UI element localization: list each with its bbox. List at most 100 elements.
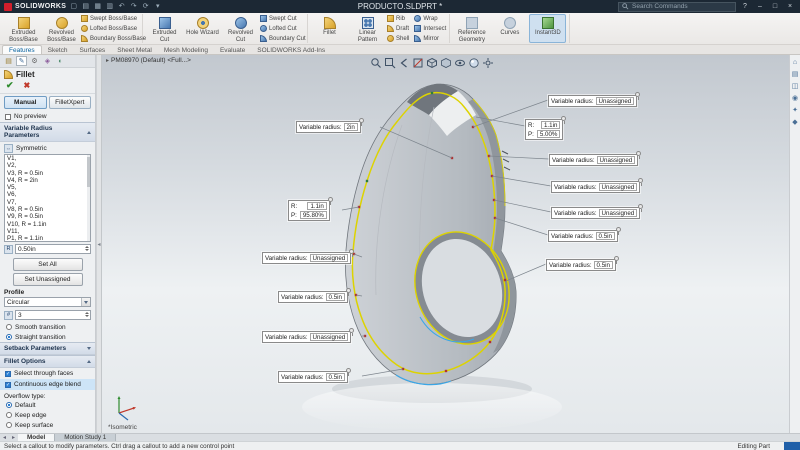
rebuild-icon[interactable]: ⟳ bbox=[141, 2, 150, 11]
lofted-boss-button[interactable]: Lofted Boss/Base bbox=[81, 24, 139, 33]
radius-spinner[interactable] bbox=[85, 246, 89, 251]
view-orientation-icon[interactable] bbox=[426, 57, 438, 69]
lofted-cut-button[interactable]: Lofted Cut bbox=[260, 24, 304, 33]
intersect-button[interactable]: Intersect bbox=[414, 24, 446, 33]
rib-button[interactable]: Rib bbox=[387, 14, 409, 23]
search-commands-input[interactable]: Search Commands bbox=[618, 1, 736, 12]
wrap-button[interactable]: Wrap bbox=[414, 14, 446, 23]
list-item[interactable]: V2, bbox=[5, 162, 90, 169]
tab-features[interactable]: Features bbox=[2, 45, 42, 54]
list-item[interactable]: V3, R = 0.5in bbox=[5, 170, 90, 177]
maximize-button[interactable]: □ bbox=[769, 3, 781, 10]
smooth-transition-radio[interactable] bbox=[6, 324, 12, 330]
view-settings-icon[interactable] bbox=[482, 57, 494, 69]
overflow-keep-surface-radio[interactable] bbox=[6, 422, 12, 428]
pin-icon[interactable] bbox=[345, 288, 351, 296]
callout-variable-radius[interactable]: Variable radius: 0.5in bbox=[546, 256, 619, 271]
tab-surfaces[interactable]: Surfaces bbox=[74, 46, 112, 54]
draft-button[interactable]: Draft bbox=[387, 24, 409, 33]
tab-solidworks-addins[interactable]: SOLIDWORKS Add-Ins bbox=[251, 46, 331, 54]
linear-pattern-button[interactable]: Linear Pattern bbox=[349, 14, 386, 43]
straight-transition-radio[interactable] bbox=[6, 334, 12, 340]
tab-evaluate[interactable]: Evaluate bbox=[214, 46, 251, 54]
curves-button[interactable]: Curves bbox=[491, 14, 528, 43]
tab-mesh-modeling[interactable]: Mesh Modeling bbox=[158, 46, 214, 54]
callout-variable-radius[interactable]: Variable radius: 0.5in bbox=[548, 227, 621, 242]
feature-tree-flyout[interactable]: ▸ PM08970 (Default) <Full...> bbox=[106, 57, 191, 64]
model-3d-scene[interactable] bbox=[102, 55, 789, 433]
close-button[interactable]: × bbox=[784, 3, 796, 10]
extruded-cut-button[interactable]: Extruded Cut bbox=[146, 14, 183, 43]
display-style-icon[interactable] bbox=[440, 57, 452, 69]
file-explorer-icon[interactable]: ◫ bbox=[792, 83, 799, 91]
swept-cut-button[interactable]: Swept Cut bbox=[260, 14, 304, 23]
list-scrollbar-thumb[interactable] bbox=[87, 157, 90, 187]
revolved-boss-button[interactable]: Revolved Boss/Base bbox=[43, 14, 80, 43]
shell-button[interactable]: Shell bbox=[387, 34, 409, 43]
tab-sketch[interactable]: Sketch bbox=[42, 46, 74, 54]
custom-properties-icon[interactable]: ◆ bbox=[792, 119, 797, 127]
hide-show-items-icon[interactable] bbox=[454, 57, 466, 69]
zoom-fit-icon[interactable] bbox=[370, 57, 382, 69]
fillet-options-section-header[interactable]: Fillet Options bbox=[0, 355, 95, 368]
callout-variable-radius[interactable]: Variable radius: Unassigned bbox=[262, 249, 355, 264]
callout-variable-radius[interactable]: Variable radius: 0.5in bbox=[278, 368, 351, 383]
reference-geometry-button[interactable]: Reference Geometry bbox=[453, 14, 490, 43]
smooth-transition-row[interactable]: Smooth transition bbox=[0, 322, 95, 332]
no-preview-row[interactable]: No preview bbox=[0, 111, 95, 122]
flyout-arrow-icon[interactable]: ▸ bbox=[106, 57, 109, 64]
instant3d-button[interactable]: Instant3D bbox=[529, 14, 567, 43]
callout-variable-radius[interactable]: Variable radius: Unassigned bbox=[551, 178, 644, 193]
pin-icon[interactable] bbox=[327, 197, 333, 205]
callout-variable-radius[interactable]: Variable radius: Unassigned bbox=[551, 204, 644, 219]
overflow-default-row[interactable]: Default bbox=[0, 400, 95, 410]
select-through-faces-row[interactable]: Select through faces bbox=[0, 368, 95, 379]
ok-button[interactable]: ✔ bbox=[6, 80, 14, 91]
set-all-button[interactable]: Set All bbox=[12, 258, 83, 271]
instances-input[interactable]: 3 bbox=[15, 310, 91, 320]
design-library-icon[interactable]: ▤ bbox=[792, 71, 799, 79]
set-unassigned-button[interactable]: Set Unassigned bbox=[12, 273, 83, 286]
callout-variable-radius[interactable]: Variable radius: 2in bbox=[296, 118, 364, 133]
select-through-faces-checkbox[interactable] bbox=[5, 370, 11, 377]
manual-mode-button[interactable]: Manual bbox=[4, 96, 47, 109]
dimxpert-tab-icon[interactable]: ◈ bbox=[42, 56, 53, 66]
vertex-list[interactable]: V1, V2, V3, R = 0.5in V4, R = 2in V5, V6… bbox=[4, 154, 91, 242]
callout-variable-radius[interactable]: Variable radius: Unassigned bbox=[549, 151, 642, 166]
tab-sheet-metal[interactable]: Sheet Metal bbox=[111, 46, 158, 54]
motion-study-tab[interactable]: Motion Study 1 bbox=[55, 434, 117, 441]
dropdown-arrow-icon[interactable] bbox=[81, 298, 90, 306]
callout-variable-radius[interactable]: Variable radius: 0.5in bbox=[278, 288, 351, 303]
featuremanager-tab-icon[interactable]: ▤ bbox=[3, 56, 14, 66]
quick-tips-box[interactable] bbox=[784, 442, 800, 450]
continuous-edge-blend-checkbox[interactable] bbox=[5, 381, 11, 388]
no-preview-checkbox[interactable] bbox=[5, 113, 11, 120]
variable-radius-section-header[interactable]: Variable Radius Parameters bbox=[0, 122, 95, 142]
edit-appearance-icon[interactable] bbox=[468, 57, 480, 69]
list-item[interactable]: V4, R = 2in bbox=[5, 177, 90, 184]
redo-icon[interactable]: ↷ bbox=[129, 2, 138, 11]
list-item[interactable]: V11, bbox=[5, 228, 90, 235]
previous-view-icon[interactable] bbox=[398, 57, 410, 69]
model-tab[interactable]: Model bbox=[18, 434, 56, 441]
list-item[interactable]: V5, bbox=[5, 184, 90, 191]
list-item[interactable]: V8, R = 0.5in bbox=[5, 206, 90, 213]
undo-icon[interactable]: ↶ bbox=[117, 2, 126, 11]
pin-icon[interactable] bbox=[615, 227, 621, 235]
displaymanager-tab-icon[interactable]: ◐ bbox=[55, 56, 66, 66]
pin-icon[interactable] bbox=[358, 118, 364, 126]
options-dropdown-icon[interactable]: ▾ bbox=[153, 2, 162, 11]
new-file-icon[interactable]: ▢ bbox=[69, 2, 78, 11]
cancel-button[interactable]: ✖ bbox=[24, 81, 31, 90]
callout-variable-radius[interactable]: Variable radius: Unassigned bbox=[262, 328, 355, 343]
overflow-keep-edge-row[interactable]: Keep edge bbox=[0, 410, 95, 420]
straight-transition-row[interactable]: Straight transition bbox=[0, 332, 95, 342]
fillet-button[interactable]: Fillet bbox=[311, 14, 348, 43]
revolved-cut-button[interactable]: Revolved Cut bbox=[222, 14, 259, 43]
section-view-icon[interactable] bbox=[412, 57, 424, 69]
print-icon[interactable]: ▥ bbox=[105, 2, 114, 11]
callout-radius-position[interactable]: R: 1.1in P: 95.80% bbox=[288, 197, 333, 221]
list-item[interactable]: V7, bbox=[5, 199, 90, 206]
help-button[interactable]: ? bbox=[739, 3, 751, 10]
open-file-icon[interactable]: ▤ bbox=[81, 2, 90, 11]
